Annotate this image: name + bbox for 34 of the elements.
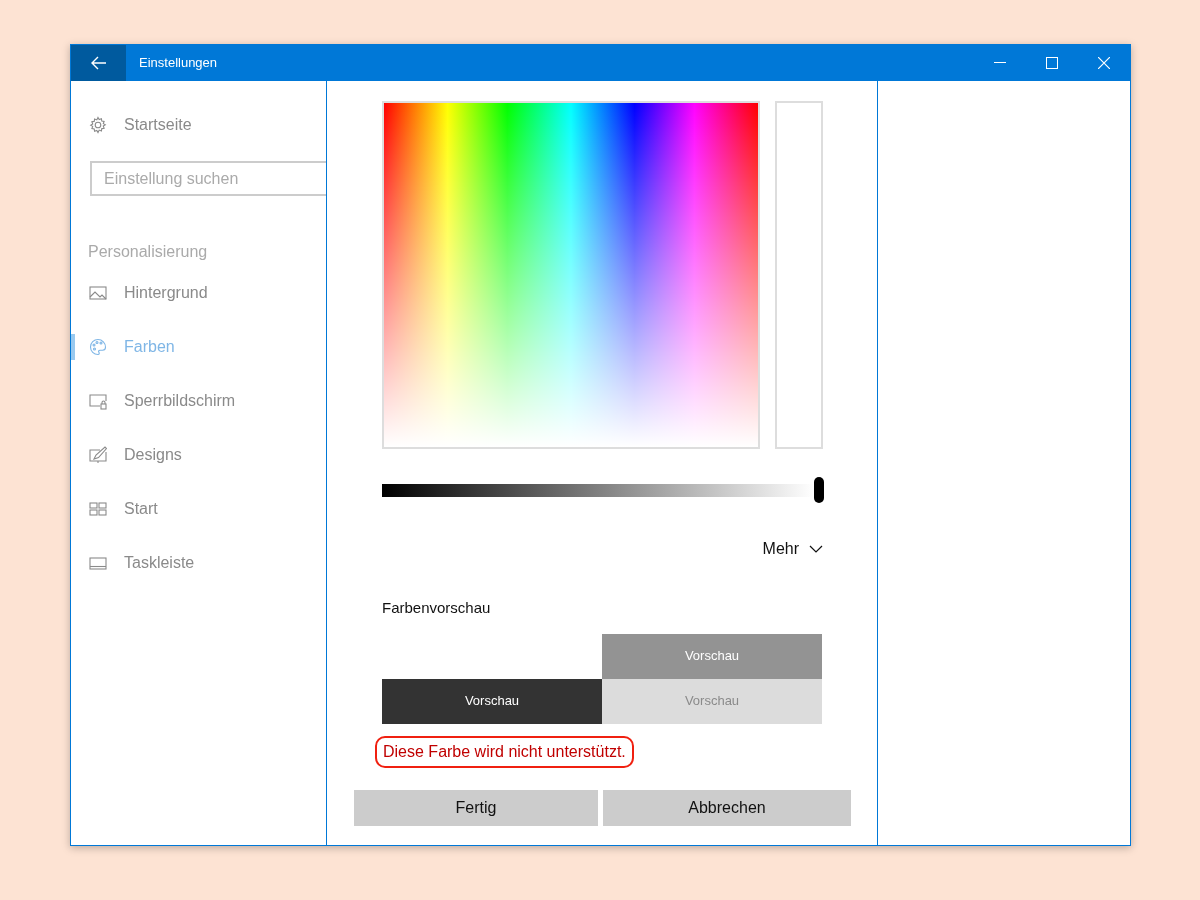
sidebar-item[interactable]: Farben [71,320,326,374]
maximize-icon [1046,57,1058,69]
preview-swatch: Vorschau [602,678,822,724]
sidebar-item[interactable]: Taskleiste [71,536,326,590]
picture-icon [89,284,107,302]
monitor-lock-icon [89,392,107,410]
error-message: Diese Farbe wird nicht unterstützt. [375,735,634,768]
monitor-pen-icon [89,446,107,464]
window-title: Einstellungen [139,54,219,73]
color-spectrum[interactable] [382,101,760,449]
chevron-down-icon [809,545,823,553]
more-button[interactable]: Mehr [762,537,823,561]
sidebar-item[interactable]: Start [71,482,326,536]
back-button[interactable] [71,45,126,81]
sidebar-item[interactable]: Sperrbildschirm [71,374,326,428]
settings-icon [89,116,107,134]
back-arrow-icon [90,56,107,70]
home-link[interactable]: Startseite [71,109,326,141]
sidebar-item[interactable]: Hintergrund [71,266,326,320]
minimize-icon [994,62,1006,64]
taskbar-icon [89,554,107,572]
close-icon [1098,57,1110,69]
search-field[interactable]: Einstellung suchen [90,161,326,196]
done-button[interactable]: Fertig [354,789,598,826]
selection-indicator [71,334,75,360]
slider-thumb[interactable] [814,477,824,503]
cancel-button[interactable]: Abbrechen [603,789,851,826]
preview-heading: Farbenvorschau [382,598,492,618]
tiles-icon [89,500,107,518]
preview-swatch: Vorschau [602,633,822,679]
sidebar-item[interactable]: Designs [71,428,326,482]
preview-swatch: Vorschau [382,678,602,724]
palette-icon [89,338,107,356]
section-heading: Personalisierung [87,242,209,262]
